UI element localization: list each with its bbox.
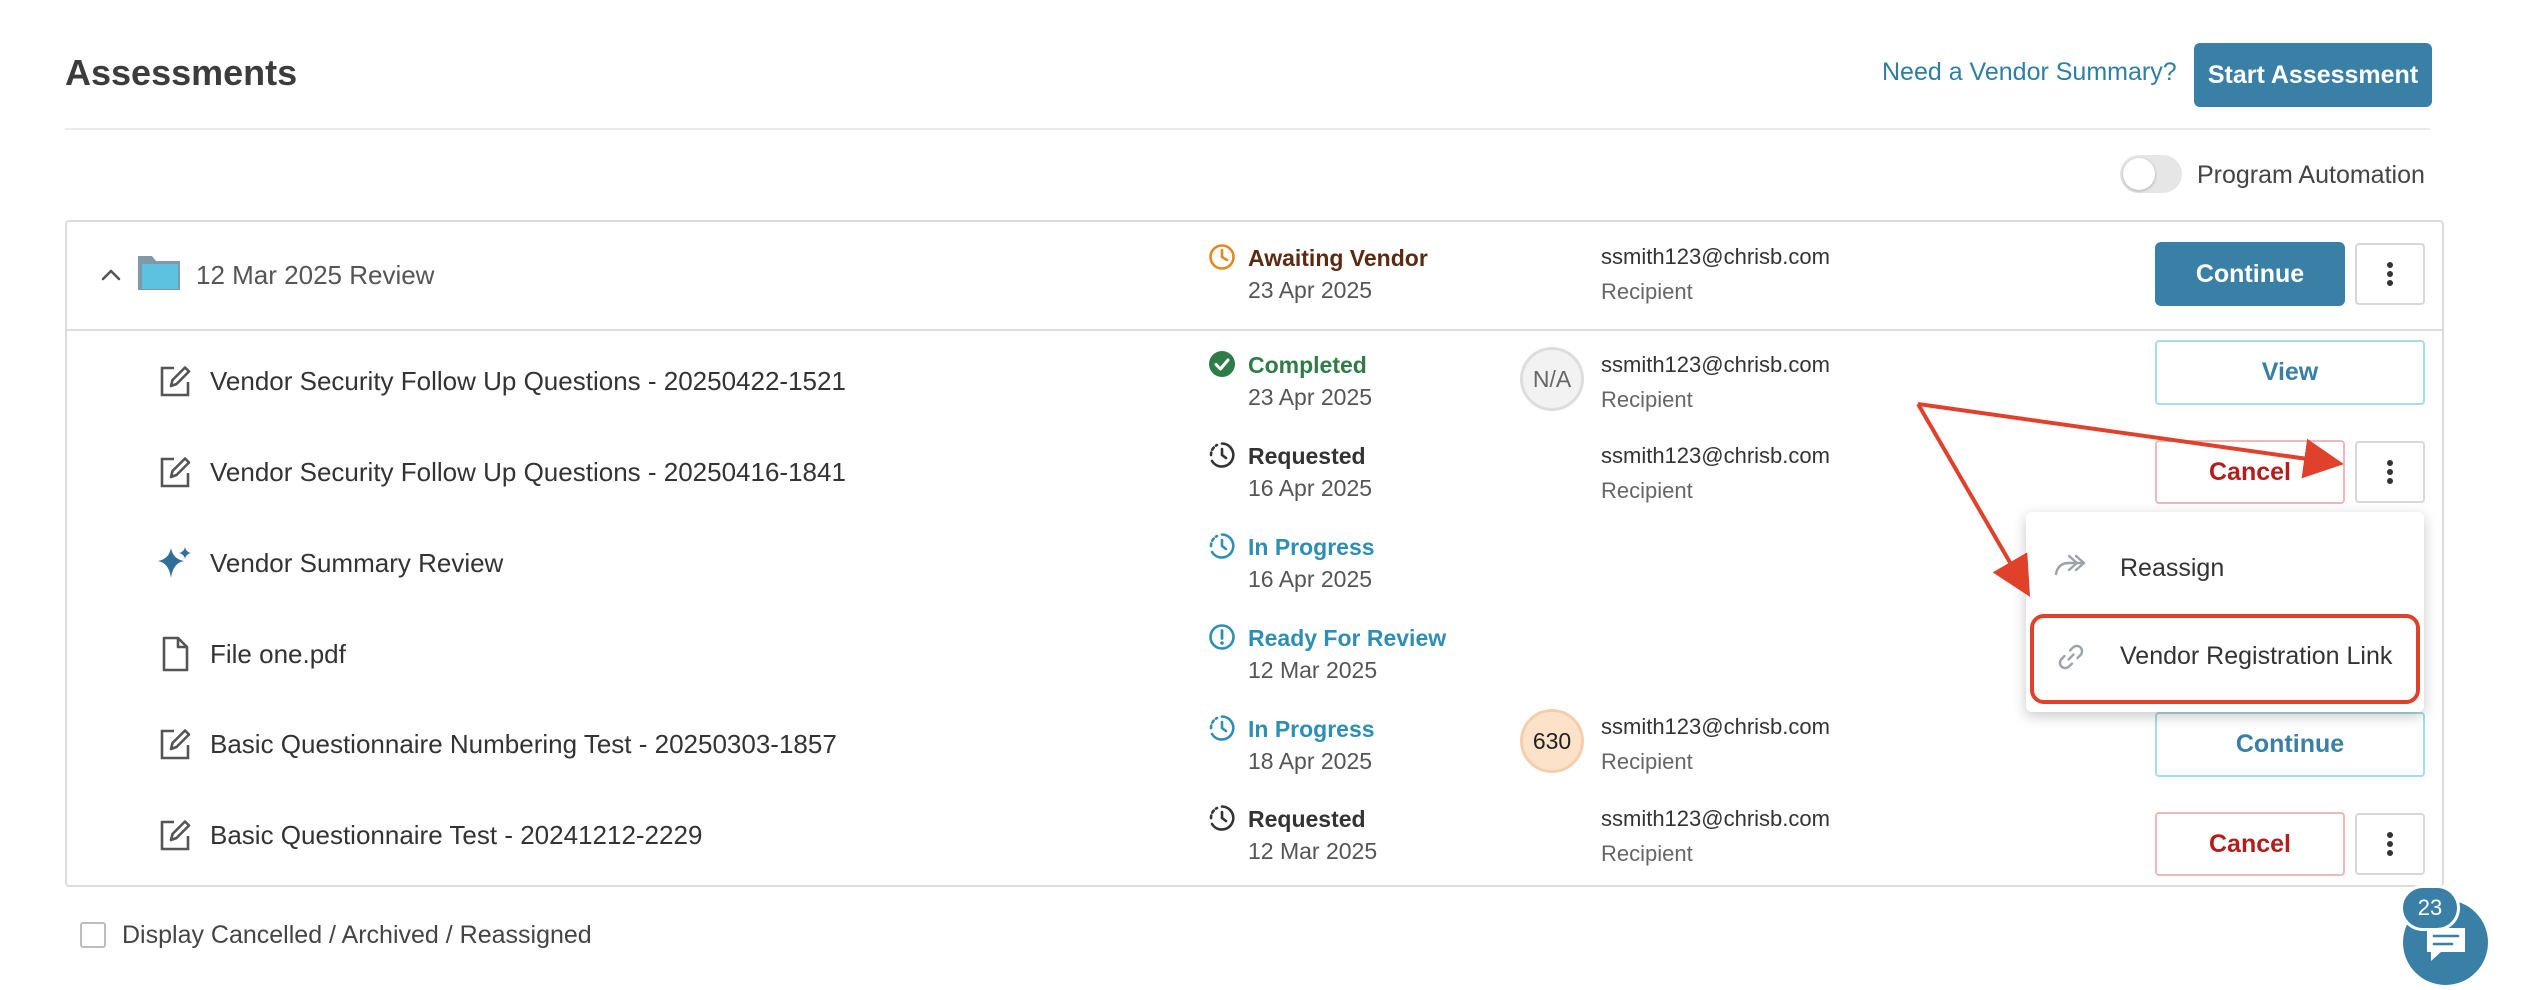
row-email: ssmith123@chrisb.com [1601,806,1830,831]
group-role: Recipient [1601,279,1693,304]
file-icon [162,636,189,672]
group-divider [67,329,2442,331]
group-email: ssmith123@chrisb.com [1601,244,1830,269]
cancel-button[interactable]: Cancel [2155,812,2345,876]
edit-icon [160,729,191,760]
toggle-knob [2123,158,2155,190]
program-automation-toggle[interactable] [2120,155,2182,193]
row-title[interactable]: File one.pdf [210,639,346,670]
row-status: Requested [1248,443,1366,469]
menu-item-label: Reassign [2120,554,2225,582]
program-automation-label: Program Automation [2197,161,2425,189]
reassign-icon [2054,554,2086,576]
row-status: Requested [1248,806,1366,832]
score-badge: N/A [1520,347,1584,411]
row-role: Recipient [1601,478,1693,503]
group-status-date: 23 Apr 2025 [1248,277,1373,303]
check-circle-icon [1209,351,1235,377]
group-more-button[interactable] [2355,243,2425,305]
row-status-date: 18 Apr 2025 [1248,748,1373,774]
row-status: Completed [1248,352,1367,378]
header-divider [65,128,2430,130]
display-cancelled-label: Display Cancelled / Archived / Reassigne… [122,921,592,949]
row-status: In Progress [1248,534,1375,560]
alert-circle-icon [1209,624,1235,650]
more-vertical-icon [2387,832,2393,856]
row-status: In Progress [1248,716,1375,742]
sparkle-icon [158,547,191,578]
clock-progress-icon [1209,715,1235,741]
row-status-date: 16 Apr 2025 [1248,475,1373,501]
start-assessment-button[interactable]: Start Assessment [2194,43,2432,107]
row-title[interactable]: Vendor Security Follow Up Questions - 20… [210,457,846,488]
edit-icon [160,457,191,488]
edit-icon [160,820,191,851]
row-more-button[interactable] [2355,813,2425,875]
group-continue-button[interactable]: Continue [2155,242,2345,306]
cancel-button[interactable]: Cancel [2155,440,2345,504]
row-status-date: 16 Apr 2025 [1248,566,1373,592]
row-role: Recipient [1601,387,1693,412]
row-title[interactable]: Basic Questionnaire Test - 20241212-2229 [210,820,702,851]
clock-progress-icon [1209,805,1235,831]
row-email: ssmith123@chrisb.com [1601,714,1830,739]
row-title[interactable]: Vendor Summary Review [210,548,503,579]
edit-icon [160,366,191,397]
row-email: ssmith123@chrisb.com [1601,443,1830,468]
page-title: Assessments [65,52,298,93]
row-status-date: 12 Mar 2025 [1248,657,1378,683]
display-cancelled-checkbox[interactable] [80,922,106,948]
continue-button[interactable]: Continue [2155,712,2425,777]
row-more-button[interactable] [2355,441,2425,503]
row-role: Recipient [1601,841,1693,866]
vendor-summary-link[interactable]: Need a Vendor Summary? [1882,58,2177,87]
view-button[interactable]: View [2155,340,2425,405]
group-status: Awaiting Vendor [1248,245,1428,271]
clock-progress-icon [1209,442,1235,468]
row-title[interactable]: Vendor Security Follow Up Questions - 20… [210,366,846,397]
folder-icon [138,256,180,290]
more-vertical-icon [2387,460,2393,484]
row-email: ssmith123@chrisb.com [1601,352,1830,377]
annotation-highlight-box [2030,614,2420,704]
group-title: 12 Mar 2025 Review [196,260,435,290]
menu-item-reassign[interactable]: Reassign [2026,530,2424,606]
row-status: Ready For Review [1248,625,1447,651]
chat-notification-badge: 23 [2400,885,2460,931]
row-role: Recipient [1601,749,1693,774]
clock-icon [1209,244,1235,270]
chevron-up-icon[interactable] [98,262,124,288]
row-status-date: 12 Mar 2025 [1248,838,1378,864]
score-badge: 630 [1520,709,1584,773]
row-status-date: 23 Apr 2025 [1248,384,1373,410]
row-title[interactable]: Basic Questionnaire Numbering Test - 202… [210,729,837,760]
more-vertical-icon [2387,262,2393,286]
clock-progress-icon [1209,533,1235,559]
